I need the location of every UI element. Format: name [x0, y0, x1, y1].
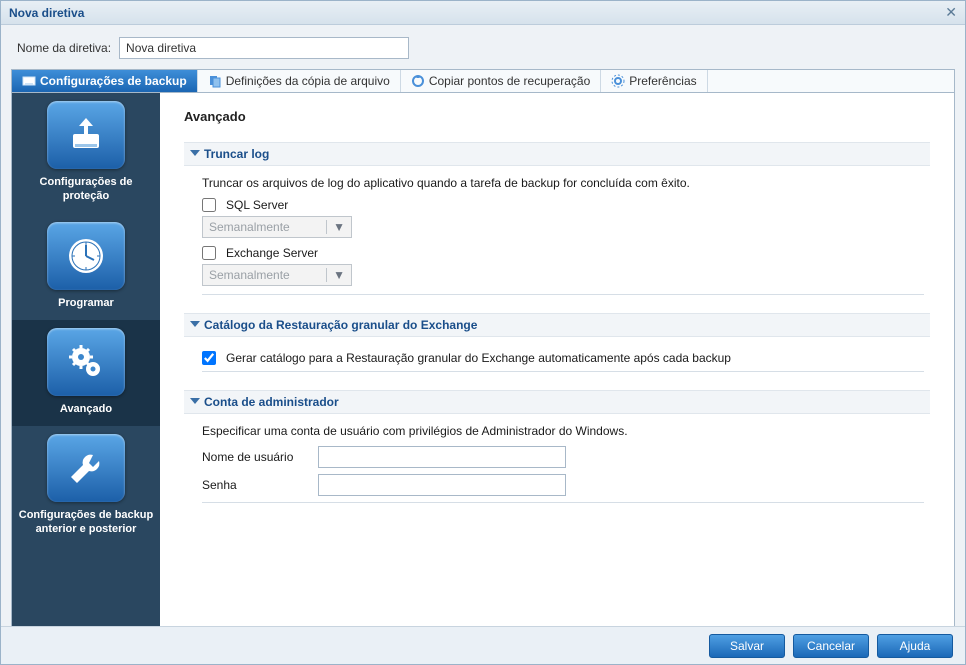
chevron-down-icon	[190, 398, 200, 404]
sql-frequency-select: Semanalmente ▼	[202, 216, 352, 238]
sidebar-item-protection[interactable]: Configurações de proteção	[12, 93, 160, 214]
username-input[interactable]	[318, 446, 566, 468]
tab-label: Preferências	[629, 74, 696, 88]
section-truncate-head[interactable]: Truncar log	[184, 142, 930, 166]
sidebar-item-prepost[interactable]: Configurações de backup anterior e poste…	[12, 426, 160, 547]
tab-file-copy[interactable]: Definições da cópia de arquivo	[198, 70, 401, 92]
help-button[interactable]: Ajuda	[877, 634, 953, 658]
divider	[202, 502, 924, 503]
tab-preferences[interactable]: Preferências	[601, 70, 707, 92]
dialog-window: Nova diretiva ✕ Nome da diretiva: Config…	[0, 0, 966, 665]
divider	[202, 371, 924, 372]
tab-backup-settings[interactable]: Configurações de backup	[12, 70, 198, 92]
generate-catalog-checkbox[interactable]	[202, 351, 216, 365]
tab-copy-recovery[interactable]: Copiar pontos de recuperação	[401, 70, 601, 92]
sql-frequency-value: Semanalmente	[209, 220, 290, 234]
password-input[interactable]	[318, 474, 566, 496]
gear-icon	[611, 74, 625, 88]
tab-label: Copiar pontos de recuperação	[429, 74, 590, 88]
window-title: Nova diretiva	[9, 6, 84, 20]
section-catalog-head[interactable]: Catálogo da Restauração granular do Exch…	[184, 313, 930, 337]
sql-server-label: SQL Server	[226, 198, 288, 212]
divider	[202, 294, 924, 295]
disk-icon	[22, 74, 36, 88]
exchange-server-checkbox[interactable]	[202, 246, 216, 260]
chevron-down-icon: ▼	[326, 268, 345, 282]
chevron-down-icon	[190, 150, 200, 156]
clock-icon	[47, 222, 125, 290]
main-panel: Avançado Truncar log Truncar os arquivos…	[160, 93, 954, 629]
chevron-down-icon: ▼	[326, 220, 345, 234]
exchange-frequency-select: Semanalmente ▼	[202, 264, 352, 286]
sidebar: Configurações de proteção Programar Avan…	[12, 93, 160, 629]
recovery-icon	[411, 74, 425, 88]
section-catalog-body: Gerar catálogo para a Restauração granul…	[184, 337, 930, 390]
save-button[interactable]: Salvar	[709, 634, 785, 658]
sidebar-item-label: Avançado	[60, 402, 112, 416]
policy-name-input[interactable]	[119, 37, 409, 59]
footer: Salvar Cancelar Ajuda	[1, 626, 965, 664]
section-admin-body: Especificar uma conta de usuário com pri…	[184, 414, 930, 521]
tab-bar: Configurações de backup Definições da có…	[11, 69, 955, 92]
wrench-icon	[47, 434, 125, 502]
tab-label: Configurações de backup	[40, 74, 187, 88]
section-title: Conta de administrador	[204, 395, 339, 409]
section-title: Truncar log	[204, 147, 269, 161]
sql-server-checkbox[interactable]	[202, 198, 216, 212]
close-icon[interactable]: ✕	[945, 4, 957, 21]
name-row: Nome da diretiva:	[1, 25, 965, 69]
exchange-frequency-value: Semanalmente	[209, 268, 290, 282]
cancel-button[interactable]: Cancelar	[793, 634, 869, 658]
file-copy-icon	[208, 74, 222, 88]
content-frame: Configurações de proteção Programar Avan…	[11, 92, 955, 630]
sidebar-item-advanced[interactable]: Avançado	[12, 320, 160, 426]
section-admin-head[interactable]: Conta de administrador	[184, 390, 930, 414]
sidebar-item-label: Programar	[58, 296, 114, 310]
username-label: Nome de usuário	[202, 450, 310, 464]
protection-icon	[47, 101, 125, 169]
section-truncate-body: Truncar os arquivos de log do aplicativo…	[184, 166, 930, 313]
sidebar-item-label: Configurações de proteção	[16, 175, 156, 204]
sidebar-item-label: Configurações de backup anterior e poste…	[16, 508, 156, 537]
gears-icon	[47, 328, 125, 396]
page-title: Avançado	[184, 109, 930, 124]
tab-label: Definições da cópia de arquivo	[226, 74, 390, 88]
section-title: Catálogo da Restauração granular do Exch…	[204, 318, 477, 332]
titlebar: Nova diretiva ✕	[1, 1, 965, 25]
truncate-desc: Truncar os arquivos de log do aplicativo…	[202, 176, 924, 190]
exchange-server-label: Exchange Server	[226, 246, 318, 260]
sidebar-item-schedule[interactable]: Programar	[12, 214, 160, 320]
generate-catalog-label: Gerar catálogo para a Restauração granul…	[226, 351, 731, 365]
admin-desc: Especificar uma conta de usuário com pri…	[202, 424, 924, 438]
chevron-down-icon	[190, 321, 200, 327]
policy-name-label: Nome da diretiva:	[17, 41, 111, 55]
password-label: Senha	[202, 478, 310, 492]
